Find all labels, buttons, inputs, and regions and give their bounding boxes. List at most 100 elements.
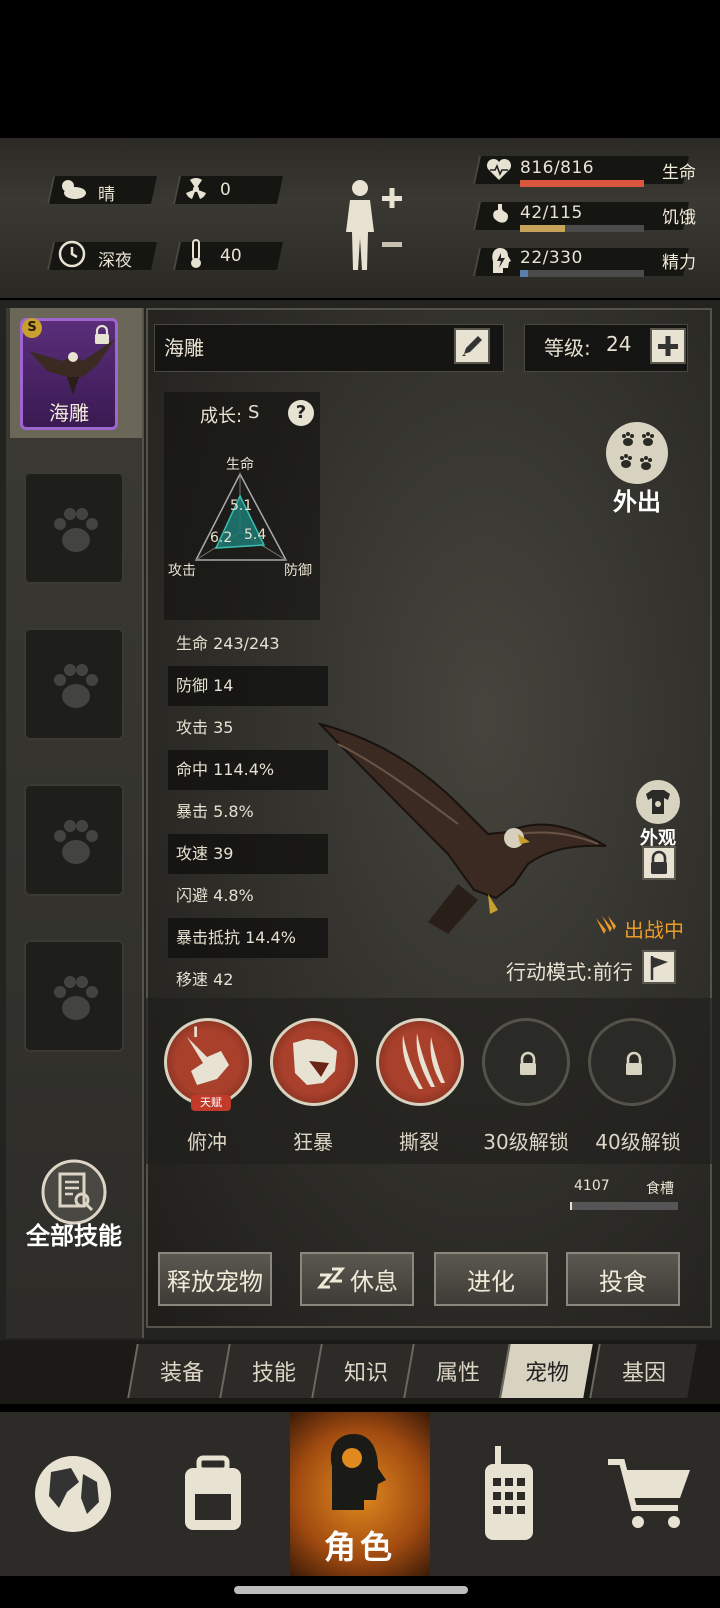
health-bar [520,180,644,187]
tab-skills[interactable]: 技能 [219,1344,327,1398]
food-bar-fill [570,1202,573,1210]
food-bar [570,1202,678,1210]
food-value: 4107 [574,1178,610,1194]
lock-icon [520,1051,536,1075]
empty-pet-slot[interactable] [24,472,124,584]
temperature-value: 40 [220,246,242,266]
globe-icon [35,1456,111,1532]
skill-locked-40[interactable] [588,1018,676,1106]
evolve-button[interactable]: 进化 [434,1252,548,1306]
release-pet-button[interactable]: 释放宠物 [158,1252,272,1306]
energy-bar [520,270,644,277]
nav-shop[interactable] [580,1412,718,1576]
health-label: 生命 [662,163,696,183]
pet-slot-name: 海雕 [49,401,89,425]
empty-pet-slot[interactable] [24,940,124,1052]
walkie-talkie-icon [485,1446,533,1540]
feed-button[interactable]: 投食 [566,1252,680,1306]
radiation-value: 0 [220,180,231,200]
level-value: 24 [606,332,632,356]
appearance-button[interactable]: 外观 [632,778,684,849]
paw-icon [54,508,98,552]
nav-backpack[interactable] [144,1412,282,1576]
radar-left-label: 攻击 [168,563,196,579]
empty-pet-slot[interactable] [24,628,124,740]
skill-tear[interactable] [376,1018,464,1106]
stat-row: 暴击抵抗 14.4% [168,918,328,958]
growth-radar-chart [194,472,288,561]
nav-map[interactable] [4,1412,142,1576]
action-mode-label: 行动模式:前行 [506,960,633,984]
level-label: 等级: [544,336,591,360]
radar-left-value: 6.2 [210,530,233,546]
paw-icon [54,664,98,708]
rename-button[interactable] [454,328,490,364]
stat-row: 闪避 4.8% [176,886,254,905]
hunger-label: 饥饿 [662,208,696,228]
plus-icon [658,336,678,356]
pet-name: 海雕 [164,336,204,360]
lock-icon [651,850,667,874]
hunger-value: 42/115 [520,203,583,223]
pencil-icon [462,336,482,356]
hunger-bar [520,225,644,232]
head-brain-icon [330,1434,386,1510]
stat-row: 暴击 5.8% [176,802,254,821]
rank-badge: S [22,318,42,338]
action-mode-button[interactable] [642,950,676,984]
skill-locked-30[interactable] [482,1018,570,1106]
empty-pet-slot[interactable] [24,784,124,896]
stat-row: 移速 42 [176,970,234,989]
tab-knowledge[interactable]: 知识 [311,1344,419,1398]
lock-icon [626,1051,642,1075]
talent-badge: 天赋 [191,1095,231,1111]
growth-label: 成长: [200,406,243,427]
claw-slash-icon [402,1033,445,1089]
body-status-button[interactable] [338,176,410,276]
stat-row: 攻击 35 [176,718,234,737]
in-battle-status: 出战中 [624,918,684,942]
tab-equipment[interactable]: 装备 [127,1344,235,1398]
skill-dive[interactable]: I 天赋 [164,1018,252,1111]
shopping-cart-icon [608,1459,690,1528]
pet-name-box [154,324,504,372]
stomach-icon [493,204,508,223]
stat-row: 命中 114.4% [168,750,328,790]
radar-top-label: 生命 [226,457,254,473]
nav-radio[interactable] [440,1412,578,1576]
sleep-zz-icon [316,1267,346,1289]
all-skills-button[interactable]: 全部技能 [22,1158,138,1258]
backpack-icon [185,1455,241,1530]
all-skills-label: 全部技能 [26,1222,122,1250]
level-up-button[interactable] [650,328,686,364]
nav-character[interactable]: 角色 [290,1412,430,1576]
tab-genes[interactable]: 基因 [589,1344,697,1398]
energy-bar-fill [520,270,529,277]
radiation-icon [186,178,206,199]
growth-help-button[interactable]: ? [288,400,314,426]
eagle-dive-icon [187,1037,229,1085]
beast-roar-icon [293,1039,337,1085]
tab-pet[interactable]: 宠物 [499,1344,593,1398]
time-of-day-text: 深夜 [98,251,132,271]
clock-icon [58,240,86,268]
tab-attributes[interactable]: 属性 [403,1344,511,1398]
paw-icon [54,820,98,864]
stat-row: 攻速 39 [168,834,328,874]
paw-prints-icon [606,422,668,484]
skill-label: 40级解锁 [595,1130,681,1154]
lock-toggle-button[interactable] [642,846,676,880]
claw-icon [596,916,616,934]
heart-icon [486,158,512,180]
home-indicator [234,1586,468,1594]
skill-berserk[interactable] [270,1018,358,1106]
cloud-sun-icon [62,180,86,199]
rest-button[interactable]: 休息 [300,1252,414,1306]
eagle-pet-figure [318,722,607,934]
go-out-button[interactable]: 外出 [602,420,672,516]
skill-tier: I [193,1025,199,1041]
paw-shirt-icon [636,780,680,824]
nav-character-label: 角色 [323,1528,396,1566]
energy-head-icon [492,248,511,273]
weather-text: 晴 [98,185,115,205]
